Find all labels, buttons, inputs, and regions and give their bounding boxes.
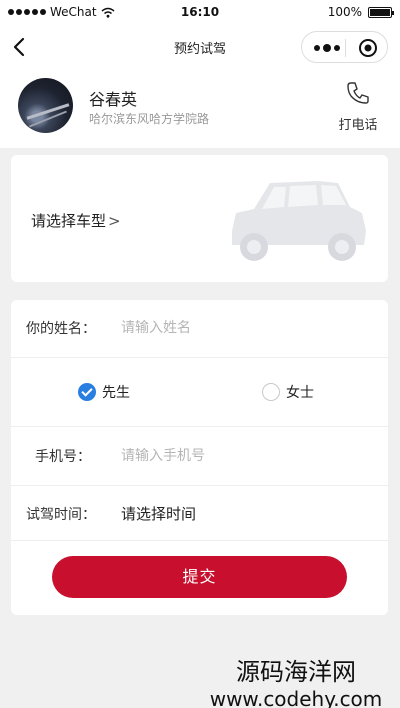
booking-form: 你的姓名： 先生 女士 手机号： 试驾时间： 请选择时间 提交 [11,300,388,615]
radio-unchecked-icon [262,383,280,401]
time-label: 试驾时间： [26,507,96,523]
radio-mr-label: 先生 [102,385,130,401]
chevron-right-icon: > [108,212,121,230]
battery-icon [368,6,394,18]
phone-input[interactable] [121,444,361,468]
mini-program-capsule [301,31,388,63]
close-button[interactable] [358,38,378,58]
avatar [18,78,73,133]
submit-button[interactable]: 提交 [52,556,347,598]
gender-row: 先生 女士 [11,358,388,426]
radio-checked-icon [78,383,96,401]
divider [11,540,388,541]
watermark-title: 源码海洋网 [236,658,356,686]
status-bar: WeChat 16:10 100% [0,0,400,26]
watermark: 源码海洋网 www.codehy.com [192,652,400,708]
more-button[interactable] [314,42,342,54]
time-picker[interactable]: 请选择时间 [121,503,196,524]
dealer-name: 谷春英 [89,90,138,109]
car-placeholder-icon [232,181,366,261]
battery-percent: 100% [327,5,362,19]
more-dot-icon [334,45,340,51]
dealer-address: 哈尔滨东风哈方学院路 [89,112,210,126]
car-select-label: 请选择车型 [31,212,107,230]
car-model-selector[interactable]: 请选择车型 > [31,210,121,231]
phone-icon [347,82,369,104]
nav-bar: 预约试驾 [0,26,400,68]
phone-label: 手机号： [35,449,91,465]
name-label: 你的姓名： [26,321,96,337]
radio-mr[interactable]: 先生 [78,382,130,402]
dealer-card: 谷春英 哈尔滨东风哈方学院路 打电话 [0,68,400,148]
radio-ms-label: 女士 [286,385,314,401]
status-right: 100% [327,5,394,19]
time-row: 试驾时间： 请选择时间 [11,486,388,540]
more-dot-icon [323,44,331,52]
phone-row: 手机号： [11,427,388,485]
target-close-icon [359,39,377,57]
more-dot-icon [314,45,320,51]
capsule-divider [345,39,346,57]
watermark-url: www.codehy.com [209,687,383,708]
name-input[interactable] [121,316,361,340]
name-row: 你的姓名： [11,300,388,357]
car-select-card[interactable]: 请选择车型 > [11,155,388,282]
call-button[interactable]: 打电话 [330,80,386,133]
radio-ms[interactable]: 女士 [262,382,314,402]
call-label: 打电话 [338,118,378,133]
